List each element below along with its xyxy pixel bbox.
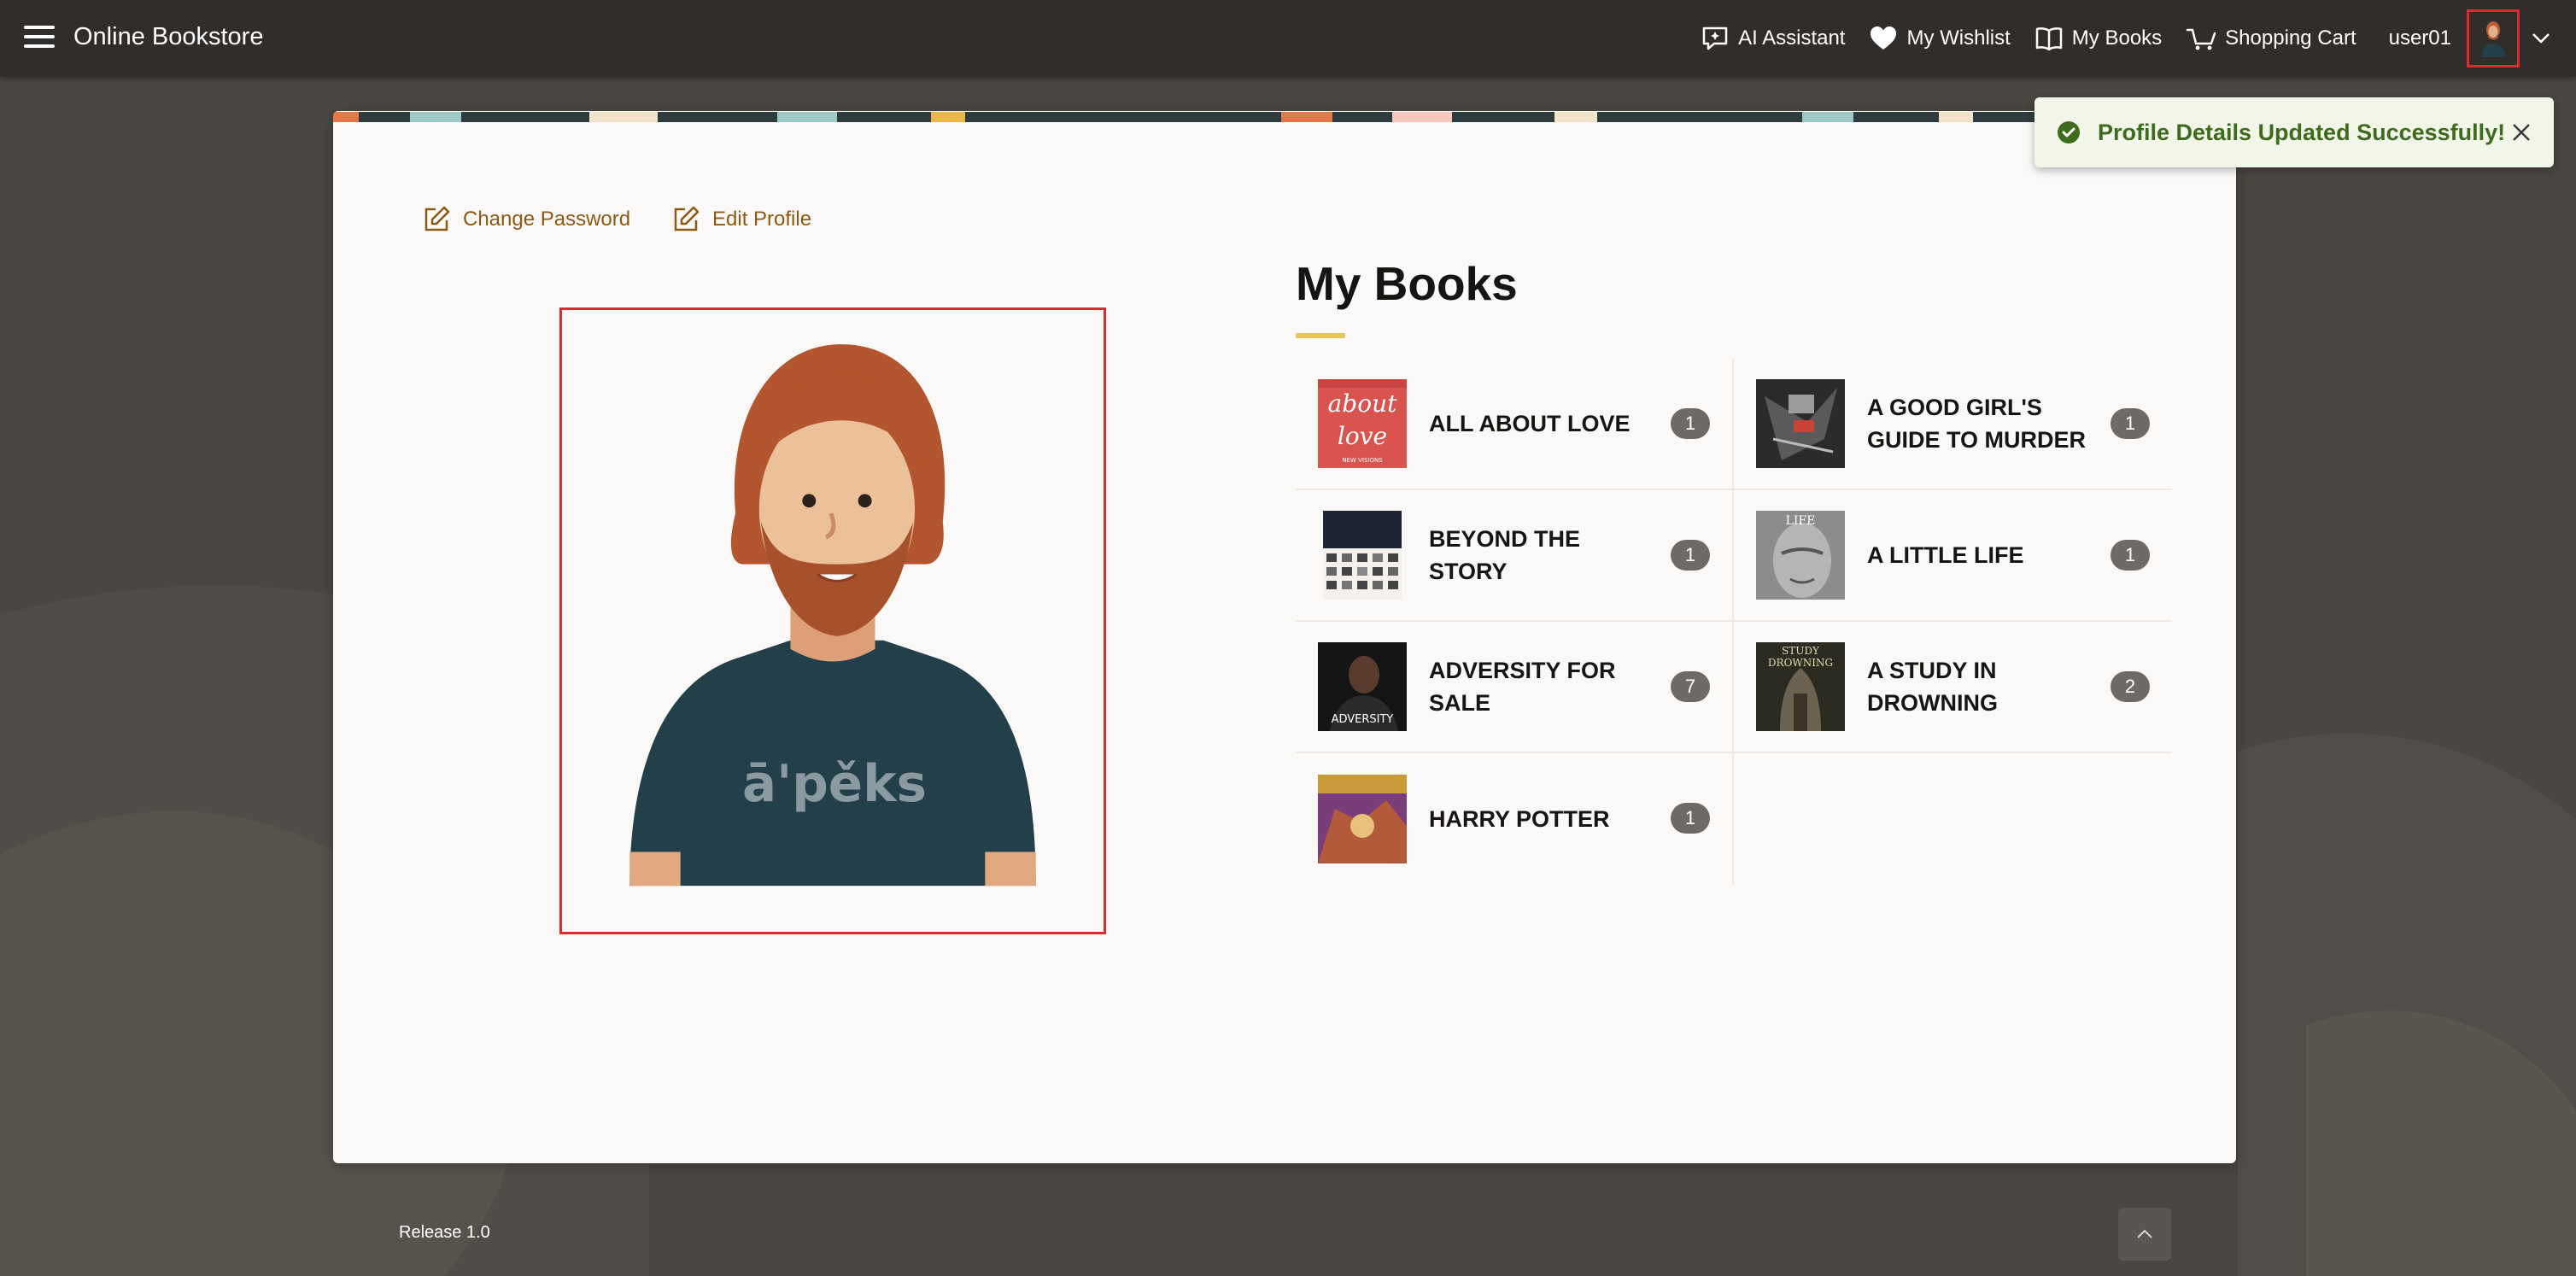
book-item[interactable]: about love NEW VISIONS ALL ABOUT LOVE 1 [1296,359,1734,490]
svg-text:about: about [1328,389,1398,418]
open-book-icon [2035,27,2063,51]
books-list: about love NEW VISIONS ALL ABOUT LOVE 1 … [1296,359,2172,885]
change-password-label: Change Password [463,208,631,231]
nav-ai-assistant[interactable]: AI Assistant [1701,24,1845,53]
scroll-to-top-button[interactable] [2118,1208,2171,1261]
check-circle-icon [2058,121,2080,143]
book-cover [1756,379,1845,468]
heading-underline [1296,333,1345,338]
user-avatar[interactable] [2467,9,2520,67]
quantity-badge: 1 [2111,540,2150,571]
nav-my-books[interactable]: My Books [2034,26,2162,51]
user-name[interactable]: user01 [2389,26,2451,50]
svg-text:ADVERSITY: ADVERSITY [1332,713,1394,726]
nav-label: AI Assistant [1738,26,1846,50]
empty-cell [1734,753,2172,885]
header-nav: AI Assistant My Wishlist My Books Shoppi… [1701,0,2576,77]
success-toast: Profile Details Updated Successfully! [2034,97,2554,167]
my-books-heading: My Books [1296,257,1518,310]
quantity-badge: 1 [1671,408,1710,439]
quantity-badge: 1 [1671,540,1710,571]
svg-text:DROWNING: DROWNING [1768,657,1833,669]
edit-profile-link[interactable]: Edit Profile [671,205,811,234]
book-title: A STUDY IN DROWNING [1867,658,1998,716]
hamburger-menu-icon[interactable] [24,26,55,50]
book-item[interactable]: STUDY DROWNING A STUDY IN DROWNING 2 [1734,622,2172,753]
book-cover: STUDY DROWNING [1756,642,1845,731]
book-item[interactable]: ADVERSITY ADVERSITY FOR SALE 7 [1296,622,1734,753]
book-cover: about love NEW VISIONS [1318,379,1407,468]
edit-icon [424,206,450,231]
book-title: BEYOND THE STORY [1429,526,1581,584]
release-version: Release 1.0 [399,1223,490,1242]
nav-my-wishlist[interactable]: My Wishlist [1869,26,2011,51]
book-title: A LITTLE LIFE [1867,542,2024,568]
chevron-up-icon [2137,1229,2152,1238]
book-cover [1318,511,1407,600]
nav-label: My Books [2071,26,2163,50]
edit-icon [674,206,700,231]
book-title: ALL ABOUT LOVE [1429,411,1630,436]
ai-chat-icon [1702,26,1728,50]
svg-text:love: love [1338,422,1387,450]
heart-icon [1871,26,1897,50]
book-title: HARRY POTTER [1429,806,1610,832]
book-item[interactable]: BEYOND THE STORY 1 [1296,490,1734,622]
nav-label: Shopping Cart [2225,26,2356,50]
quantity-badge: 1 [1671,803,1710,834]
quantity-badge: 7 [1671,671,1710,702]
toast-message: Profile Details Updated Successfully! [2098,119,2506,145]
quantity-badge: 1 [2111,408,2150,439]
book-title: ADVERSITY FOR SALE [1429,658,1616,716]
svg-text:LIFE: LIFE [1786,514,1816,528]
book-cover: LIFE [1756,511,1845,600]
cart-icon [2186,28,2216,50]
close-icon[interactable] [2511,122,2532,143]
decorative-banner [333,111,2236,122]
app-title[interactable]: Online Bookstore [73,23,263,51]
edit-profile-label: Edit Profile [712,208,812,231]
book-item[interactable]: A GOOD GIRL'S GUIDE TO MURDER 1 [1734,359,2172,490]
shirt-logo: ā'pěks [742,755,927,814]
book-item[interactable]: LIFE A LITTLE LIFE 1 [1734,490,2172,622]
profile-picture[interactable]: ā'pěks [559,307,1106,934]
svg-text:STUDY: STUDY [1782,645,1820,657]
top-header: Online Bookstore AI Assistant My Wishlis… [0,0,2576,77]
profile-card: Change Password Edit Profile ā'pěks My B… [333,111,2236,1163]
nav-shopping-cart[interactable]: Shopping Cart [2186,25,2356,52]
book-cover [1318,775,1407,863]
nav-label: My Wishlist [1906,26,2011,50]
quantity-badge: 2 [2111,671,2150,702]
chevron-down-icon[interactable] [2532,32,2550,44]
svg-text:NEW VISIONS: NEW VISIONS [1342,457,1383,464]
avatar-icon [2481,21,2505,57]
book-item[interactable]: HARRY POTTER 1 [1296,753,1734,885]
book-cover: ADVERSITY [1318,642,1407,731]
book-title: A GOOD GIRL'S GUIDE TO MURDER [1867,395,2087,453]
change-password-link[interactable]: Change Password [422,205,630,234]
